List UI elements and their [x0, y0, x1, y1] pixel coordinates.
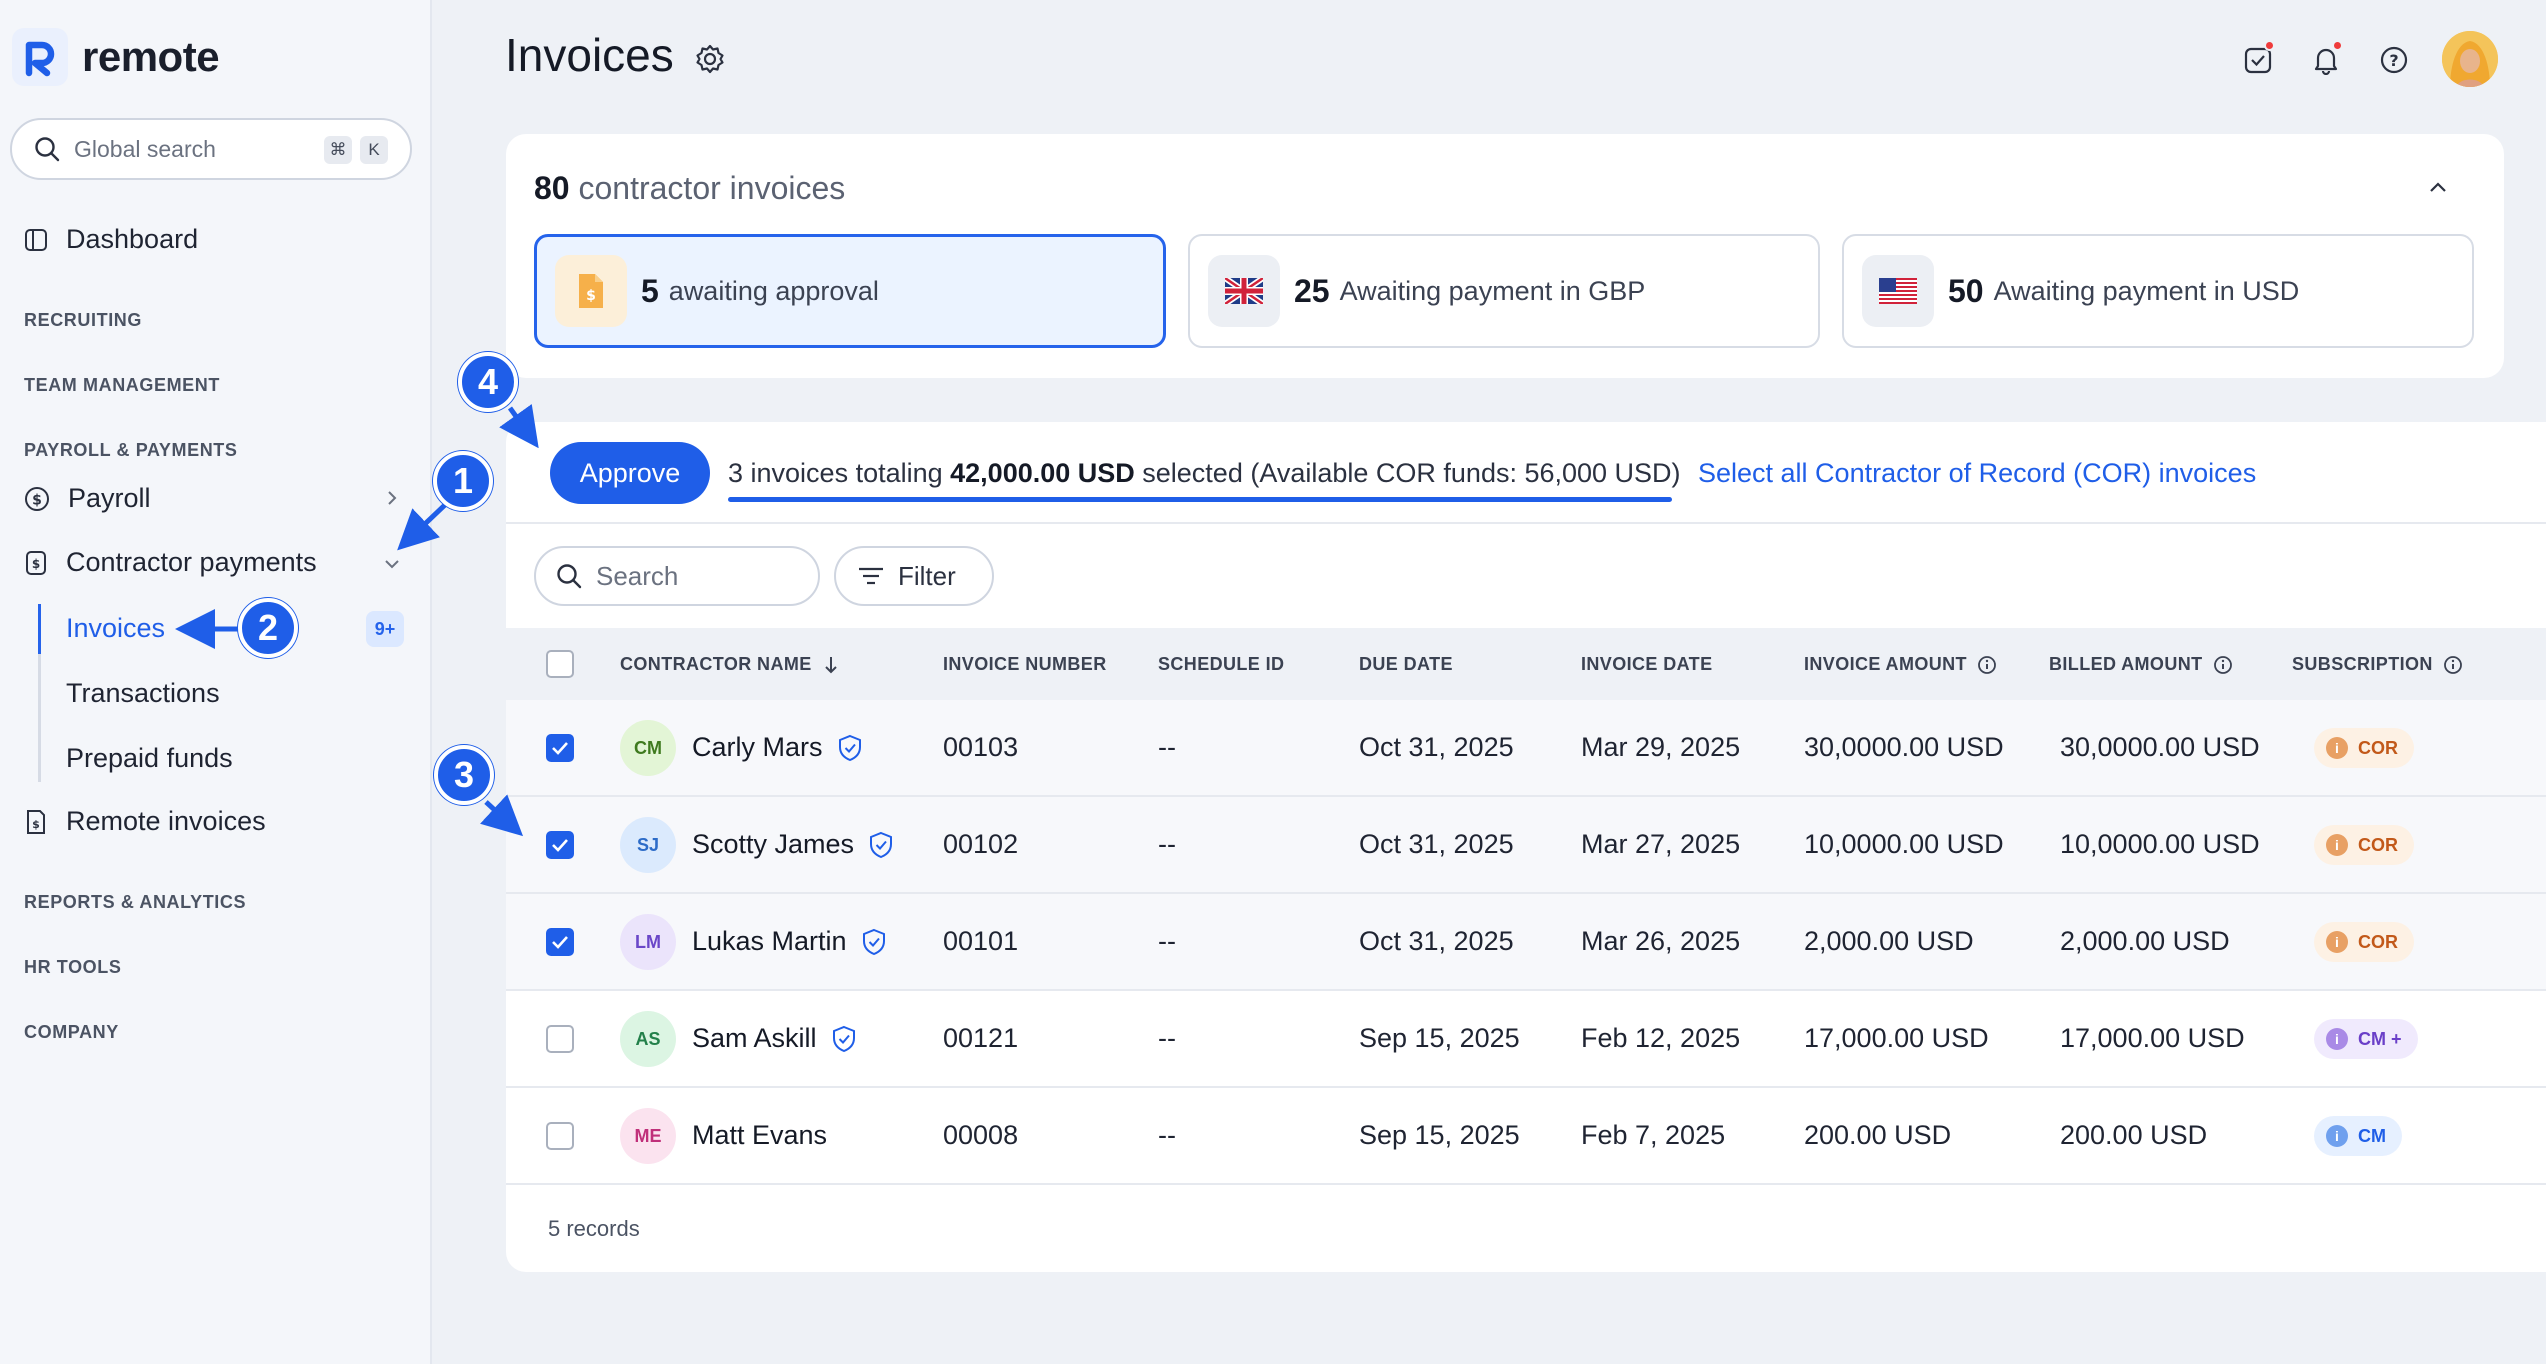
callout-1: 1: [433, 451, 493, 511]
callout-3-arrow: [480, 794, 524, 837]
callout-1-arrow: [397, 501, 449, 551]
callout-4: 4: [458, 352, 518, 412]
callout-2: 2: [238, 598, 298, 658]
callout-arrows: [175, 404, 539, 837]
callout-4-arrow: [499, 404, 539, 449]
callout-3: 3: [434, 745, 494, 805]
